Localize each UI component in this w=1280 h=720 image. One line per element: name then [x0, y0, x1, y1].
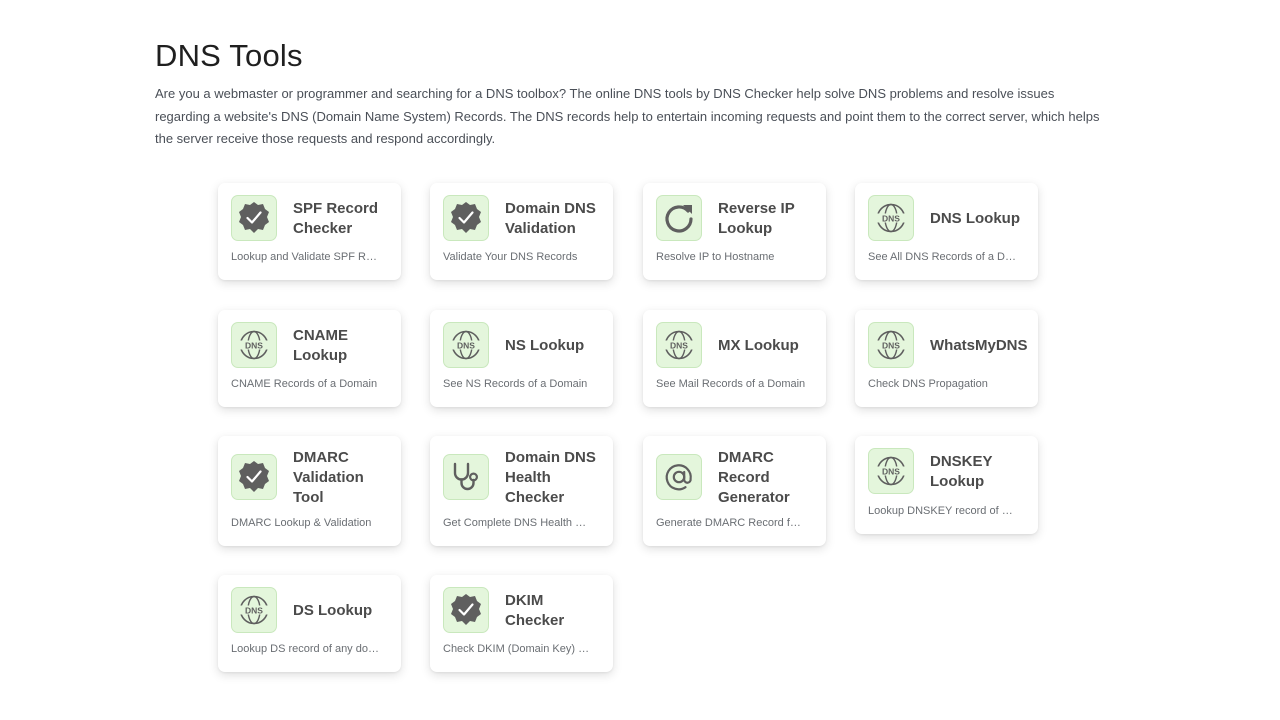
verified-badge-icon [443, 195, 489, 241]
tool-card-spf-record-checker[interactable]: SPF Record Checker Lookup and Validate S… [218, 183, 401, 280]
tool-title: Reverse IP Lookup [718, 200, 795, 237]
tool-card-domain-dns-validation[interactable]: Domain DNS Validation Validate Your DNS … [430, 183, 613, 280]
tool-card-ns-lookup[interactable]: DNS NS Lookup See NS Records of a Domain [430, 310, 613, 407]
svg-text:DNS: DNS [245, 341, 263, 351]
dns-globe-icon: DNS [868, 322, 914, 368]
svg-text:DNS: DNS [882, 214, 900, 224]
tool-card-cname-lookup[interactable]: DNS CNAME Lookup CNAME Records of a Doma… [218, 310, 401, 407]
tool-title: SPF Record Checker [293, 200, 379, 237]
tool-card-domain-dns-health-checker[interactable]: Domain DNS Health Checker Get Complete D… [430, 436, 613, 546]
tool-card-dmarc-validation-tool[interactable]: DMARC Validation Tool DMARC Lookup & Val… [218, 436, 401, 546]
tool-description: CNAME Records of a Domain [231, 378, 378, 390]
svg-text:DNS: DNS [882, 341, 900, 351]
tool-description: Validate Your DNS Records [443, 251, 578, 263]
tool-card-dkim-checker[interactable]: DKIM Checker Check DKIM (Domain Key) Rec… [430, 575, 613, 672]
stethoscope-icon [443, 454, 489, 500]
tool-description: Check DNS Propagation [868, 378, 988, 390]
tool-card-reverse-ip-lookup[interactable]: Reverse IP Lookup Resolve IP to Hostname [643, 183, 826, 280]
dns-globe-icon: DNS [231, 322, 277, 368]
page: DNS Tools Are you a webmaster or program… [0, 0, 1280, 720]
dns-globe-icon: DNS [868, 448, 914, 494]
tool-description: See All DNS Records of a Domain [868, 251, 1018, 263]
tool-description: DMARC Lookup & Validation [231, 517, 372, 529]
dns-globe-icon: DNS [868, 195, 914, 241]
tool-description: See NS Records of a Domain [443, 378, 588, 390]
dns-globe-icon: DNS [231, 587, 277, 633]
tool-description: Check DKIM (Domain Key) Record [443, 643, 593, 655]
tool-card-ds-lookup[interactable]: DNS DS Lookup Lookup DS record of any do… [218, 575, 401, 672]
tool-title: DKIM Checker [505, 592, 565, 629]
page-title: DNS Tools [155, 38, 303, 73]
tool-title: DMARC Record Generator [718, 449, 790, 506]
tool-description: See Mail Records of a Domain [656, 378, 806, 390]
svg-text:DNS: DNS [245, 606, 263, 616]
tool-title: DMARC Validation Tool [293, 449, 364, 506]
verified-badge-icon [231, 454, 277, 500]
svg-text:DNS: DNS [457, 341, 475, 351]
tool-title: DNS Lookup [930, 210, 1020, 227]
tool-title: DS Lookup [293, 602, 373, 619]
page-intro: Are you a webmaster or programmer and se… [155, 86, 1100, 146]
svg-text:DNS: DNS [670, 341, 688, 351]
refresh-icon [656, 195, 702, 241]
tool-description: Lookup DNSKEY record of any domain [868, 505, 1018, 517]
tool-card-dnskey-lookup[interactable]: DNS DNSKEY Lookup Lookup DNSKEY record o… [855, 436, 1038, 534]
tool-title: Domain DNS Health Checker [505, 449, 596, 506]
tool-card-mx-lookup[interactable]: DNS MX Lookup See Mail Records of a Doma… [643, 310, 826, 407]
tool-description: Lookup and Validate SPF Records [231, 251, 381, 263]
verified-badge-icon [231, 195, 277, 241]
at-sign-icon [656, 454, 702, 500]
tool-title: NS Lookup [505, 337, 585, 354]
tool-card-dns-lookup[interactable]: DNS DNS Lookup See All DNS Records of a … [855, 183, 1038, 280]
tool-title: DNSKEY Lookup [930, 453, 993, 490]
tool-card-dmarc-record-generator[interactable]: DMARC Record Generator Generate DMARC Re… [643, 436, 826, 546]
tool-description: Resolve IP to Hostname [656, 251, 775, 263]
tool-title: MX Lookup [718, 337, 799, 354]
tool-title: WhatsMyDNS [930, 337, 1028, 354]
tool-description: Get Complete DNS Health Report [443, 517, 593, 529]
svg-text:DNS: DNS [882, 467, 900, 477]
tool-description: Generate DMARC Record for Domain [656, 517, 806, 529]
dns-globe-icon: DNS [443, 322, 489, 368]
tool-title: Domain DNS Validation [505, 200, 596, 237]
verified-badge-icon [443, 587, 489, 633]
dns-globe-icon: DNS [656, 322, 702, 368]
tool-description: Lookup DS record of any domain [231, 643, 381, 655]
tool-card-whatsmydns[interactable]: DNS WhatsMyDNS Check DNS Propagation [855, 310, 1038, 407]
tool-title: CNAME Lookup [293, 327, 348, 364]
